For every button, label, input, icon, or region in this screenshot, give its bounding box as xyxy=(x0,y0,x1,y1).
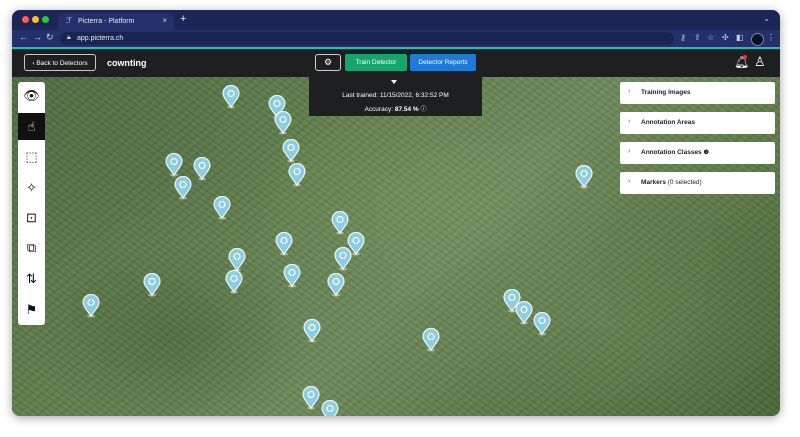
eye-icon[interactable]: 👁︎ xyxy=(18,82,45,109)
rectangle-select-icon[interactable]: ⬚ xyxy=(18,143,45,170)
annotation-marker[interactable] xyxy=(165,153,183,177)
panel-title: Training Images xyxy=(641,89,691,96)
panel-title: Markers xyxy=(641,179,666,186)
annotation-marker[interactable] xyxy=(422,328,440,352)
magic-select-icon[interactable]: ⊡ xyxy=(18,204,45,231)
panel-annotation-areas[interactable]: › Annotation Areas xyxy=(620,112,775,134)
accuracy-line: Accuracy: 87.54 % ⓘ xyxy=(309,104,482,113)
more-menu-icon[interactable]: ⋮ xyxy=(767,33,775,42)
settings-button[interactable]: ⚙ xyxy=(315,54,341,71)
annotation-marker[interactable] xyxy=(334,247,352,271)
map-tool-palette: 👁︎ ☝︎ ⬚ ✧ ⊡ ⧉ ⇅ ⚑ xyxy=(18,82,45,325)
url-input[interactable]: 🔒︎ app.picterra.ch xyxy=(60,32,674,45)
reload-icon[interactable]: ↻ xyxy=(46,32,54,43)
sidebar-icon[interactable]: ◧ xyxy=(736,33,744,42)
tab-close-icon[interactable]: × xyxy=(162,16,167,25)
annotation-marker[interactable] xyxy=(174,176,192,200)
flag-icon[interactable]: ⚑ xyxy=(18,296,45,323)
chevron-right-icon: › xyxy=(628,178,631,185)
annotation-marker[interactable] xyxy=(222,85,240,109)
popover-caret-icon xyxy=(391,80,397,84)
panel-title: Annotation Classes xyxy=(641,149,702,156)
annotation-marker[interactable] xyxy=(274,111,292,135)
annotation-marker[interactable] xyxy=(515,301,533,325)
panel-title-wrap: Annotation Classes ❶ xyxy=(641,149,709,156)
panel-title: Annotation Areas xyxy=(641,119,695,126)
url-text: app.picterra.ch xyxy=(77,35,124,42)
address-bar-row: ← → ↻ 🔒︎ app.picterra.ch ⚷ ⇪ ☆ ✣ ◧ ⋮ xyxy=(12,30,780,47)
detector-name: cownting xyxy=(107,58,147,68)
tab-search-chevron-icon[interactable]: ⌄ xyxy=(763,14,770,23)
chevron-right-icon: › xyxy=(628,118,631,125)
info-icon[interactable]: ❶ xyxy=(704,150,709,156)
profile-avatar[interactable] xyxy=(751,33,764,46)
app-header: ‹ Back to Detectors cownting ⚙ Train Det… xyxy=(12,49,780,77)
annotation-marker[interactable] xyxy=(321,400,339,416)
annotation-marker[interactable] xyxy=(193,157,211,181)
panel-title-wrap: Markers (0 selected) xyxy=(641,179,702,186)
annotation-marker[interactable] xyxy=(213,196,231,220)
train-detector-button[interactable]: Train Detector xyxy=(345,54,407,71)
last-trained-label: Last trained: xyxy=(342,92,379,99)
hand-pointer-icon[interactable]: ☝︎ xyxy=(18,113,45,140)
extensions-icon[interactable]: ✣ xyxy=(722,33,729,42)
accuracy-value: 87.54 % xyxy=(394,106,419,113)
back-arrow-icon[interactable]: ← xyxy=(19,32,28,42)
chevron-right-icon: › xyxy=(628,88,631,95)
annotation-marker[interactable] xyxy=(283,264,301,288)
browser-window: ℱ Picterra - Platform × + ⌄ ← → ↻ 🔒︎ app… xyxy=(12,10,780,416)
zoom-select-icon[interactable]: ⧉ xyxy=(18,234,45,261)
tab-title: Picterra - Platform xyxy=(78,18,135,25)
annotation-marker[interactable] xyxy=(82,294,100,318)
training-info-popover: Last trained: 11/15/2022, 6:32:52 PM Acc… xyxy=(309,77,482,116)
share-icon[interactable]: ⇪ xyxy=(694,33,701,42)
annotation-marker[interactable] xyxy=(225,270,243,294)
maximize-window-button[interactable] xyxy=(42,16,49,23)
info-icon[interactable]: ⓘ xyxy=(421,107,427,113)
tab-strip: ℱ Picterra - Platform × + ⌄ xyxy=(12,10,780,30)
new-tab-button[interactable]: + xyxy=(180,13,186,25)
picterra-favicon-icon: ℱ xyxy=(66,16,73,25)
annotation-marker[interactable] xyxy=(533,312,551,336)
annotation-marker[interactable] xyxy=(327,273,345,297)
markers-selected-count: (0 selected) xyxy=(667,179,702,186)
chevron-right-icon: › xyxy=(628,148,631,155)
forward-arrow-icon[interactable]: → xyxy=(33,32,42,42)
minimize-window-button[interactable] xyxy=(32,16,39,23)
lock-icon: 🔒︎ xyxy=(67,34,71,41)
close-window-button[interactable] xyxy=(22,16,29,23)
accuracy-label: Accuracy: xyxy=(364,106,394,113)
last-trained-line: Last trained: 11/15/2022, 6:32:52 PM xyxy=(309,92,482,99)
swap-arrows-icon[interactable]: ⇅ xyxy=(18,265,45,292)
annotation-marker[interactable] xyxy=(282,139,300,163)
panel-markers[interactable]: › Markers (0 selected) xyxy=(620,172,775,194)
detector-reports-button[interactable]: Detector Reports xyxy=(410,54,476,71)
polygon-icon[interactable]: ✧ xyxy=(18,174,45,201)
user-account-icon[interactable]: ♙ xyxy=(754,54,766,70)
annotation-marker[interactable] xyxy=(302,386,320,410)
annotation-marker[interactable] xyxy=(228,248,246,272)
key-icon[interactable]: ⚷ xyxy=(680,33,686,42)
panel-annotation-classes[interactable]: › Annotation Classes ❶ xyxy=(620,142,775,164)
annotation-marker[interactable] xyxy=(275,232,293,256)
notification-badge xyxy=(743,55,747,59)
back-to-detectors-button[interactable]: ‹ Back to Detectors xyxy=(24,54,96,71)
annotation-marker[interactable] xyxy=(303,319,321,343)
browser-tab[interactable]: ℱ Picterra - Platform × xyxy=(58,13,174,30)
annotation-marker[interactable] xyxy=(288,163,306,187)
star-icon[interactable]: ☆ xyxy=(707,33,714,42)
gear-icon: ⚙ xyxy=(323,57,333,67)
annotation-marker[interactable] xyxy=(143,273,161,297)
last-trained-value: 11/15/2022, 6:32:52 PM xyxy=(379,92,449,99)
panel-training-images[interactable]: › Training Images xyxy=(620,82,775,104)
annotation-marker[interactable] xyxy=(575,165,593,189)
